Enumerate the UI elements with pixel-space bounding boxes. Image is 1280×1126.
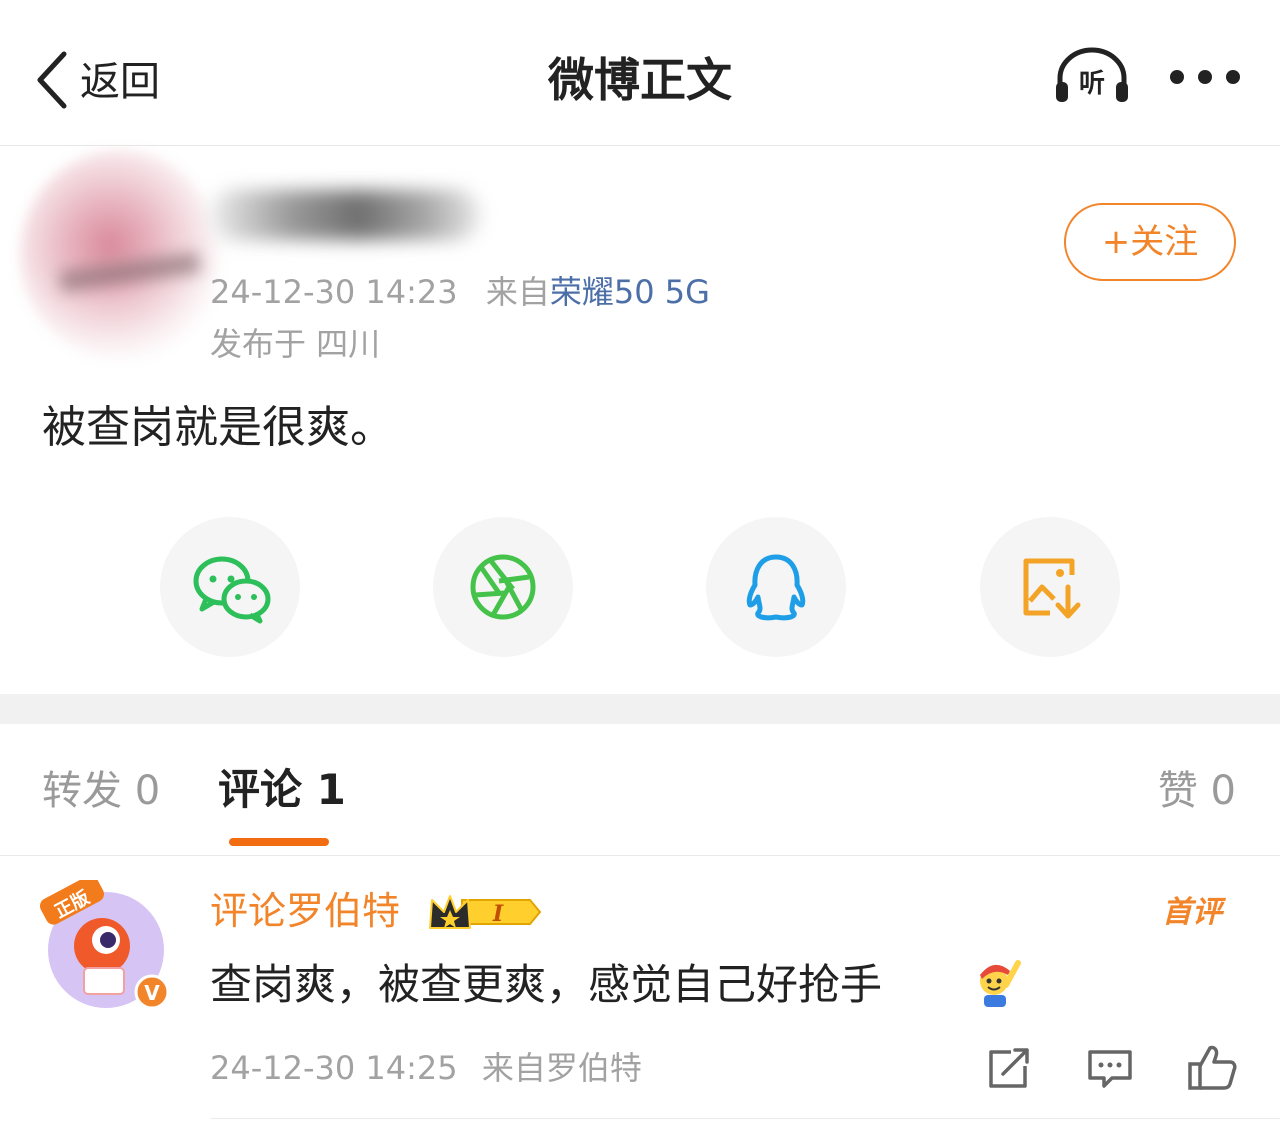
post-location: 发布于 四川: [210, 325, 381, 363]
thumbs-up-icon: [1188, 1045, 1237, 1090]
comment-meta: 24-12-30 14:25 来自罗伯特: [210, 1048, 642, 1088]
qq-icon: [746, 554, 806, 621]
comment-like-button[interactable]: [1186, 1042, 1238, 1096]
device-link[interactable]: 荣耀50 5G: [550, 273, 710, 311]
tab-comment[interactable]: 评论 1: [218, 764, 346, 816]
comment-text: 查岗爽，被查更爽，感觉自己好抢手: [210, 960, 883, 1009]
save-image-icon: [1023, 558, 1081, 619]
comment-timestamp: 24-12-30 14:25: [210, 1049, 458, 1087]
moments-icon: [470, 554, 536, 620]
badge-level: I: [492, 901, 504, 927]
tab-repost[interactable]: 转发 0: [42, 766, 160, 816]
share-wechat-button[interactable]: [160, 517, 300, 657]
cheering-emoji-icon: [970, 955, 1026, 1015]
share-moments-button[interactable]: [433, 517, 573, 657]
forward-icon: [989, 1048, 1029, 1088]
comment-divider: [210, 1118, 1280, 1119]
tab-like[interactable]: 赞 0: [1158, 766, 1236, 816]
follow-button[interactable]: +关注: [1064, 203, 1236, 281]
comment-source: 来自罗伯特: [481, 1049, 642, 1087]
source-prefix: 来自: [485, 273, 550, 311]
author-name-redacted[interactable]: [210, 190, 480, 240]
section-separator: [0, 694, 1280, 724]
save-image-button[interactable]: [980, 517, 1120, 657]
reply-icon: [1088, 1050, 1132, 1088]
share-qq-button[interactable]: [706, 517, 846, 657]
post-timestamp: 24-12-30 14:23: [210, 273, 458, 311]
member-level-badge[interactable]: I: [426, 890, 542, 938]
commenter-name[interactable]: 评论罗伯特: [210, 887, 400, 935]
commenter-avatar[interactable]: V 正版: [39, 875, 170, 1010]
more-options-icon[interactable]: [1170, 70, 1240, 86]
tabs-divider: [0, 855, 1280, 856]
comment-forward-button[interactable]: [985, 1046, 1033, 1096]
post-text: 被查岗就是很爽。: [42, 402, 394, 453]
svg-text:V: V: [144, 981, 160, 1005]
wechat-icon: [193, 556, 271, 624]
first-comment-tag: 首评: [1162, 895, 1222, 930]
comment-reply-button[interactable]: [1086, 1046, 1134, 1096]
active-tab-indicator: [229, 838, 329, 846]
listen-label[interactable]: 听: [1072, 68, 1112, 100]
post-meta: 24-12-30 14:23 来自荣耀50 5G: [210, 272, 710, 312]
